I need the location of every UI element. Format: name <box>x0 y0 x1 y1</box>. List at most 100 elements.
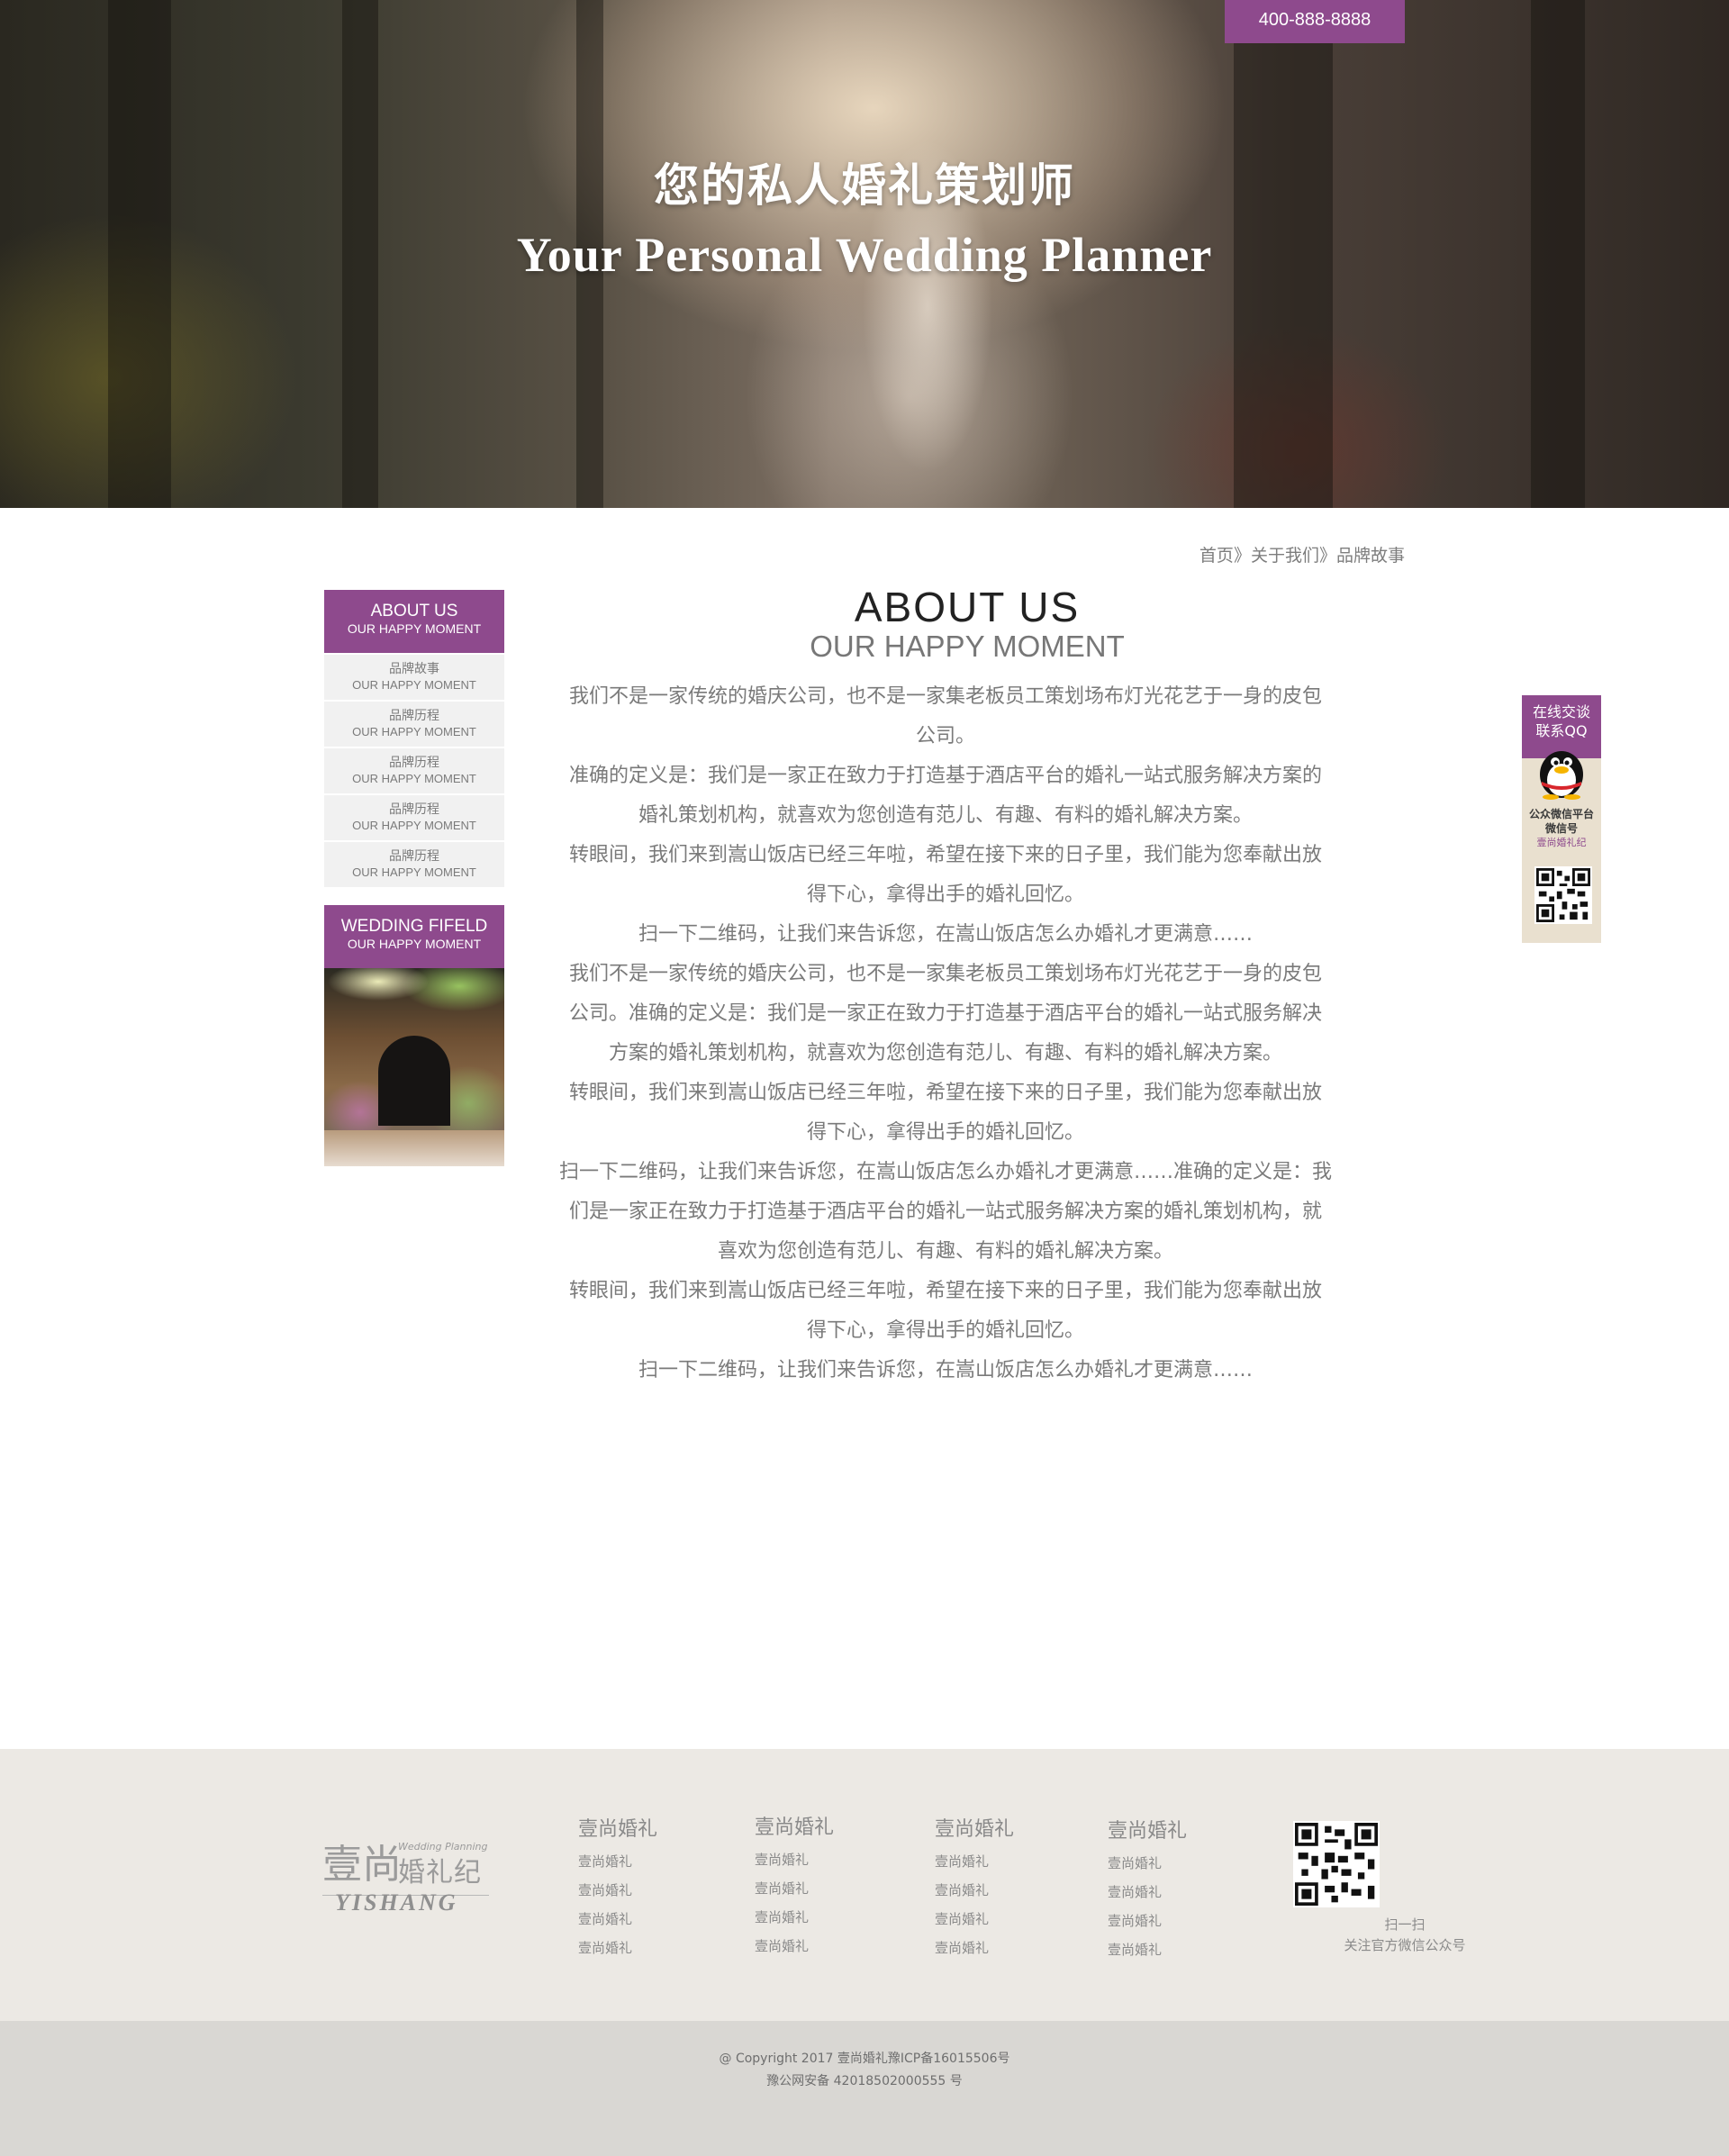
footer-column-heading[interactable]: 壹尚婚礼 <box>1108 1818 1243 1845</box>
footer-column: 壹尚婚礼 壹尚婚礼 壹尚婚礼 壹尚婚礼 壹尚婚礼 <box>935 1816 1070 1962</box>
article-line: 方案的婚礼策划机构，就喜欢为您创造有范儿、有趣、有料的婚礼解决方案。 <box>608 1042 1282 1064</box>
footer-link[interactable]: 壹尚婚礼 <box>578 1905 713 1934</box>
article-line: 准确的定义是：我们是一家正在致力于打造基于酒店平台的婚礼一站式服务解决方案的 <box>568 765 1322 787</box>
sidebar-header-title: WEDDING FIFELD <box>340 917 488 936</box>
sidebar-item-label: 品牌历程 <box>389 756 439 770</box>
footer-link[interactable]: 壹尚婚礼 <box>755 1903 890 1932</box>
article-line: 扫一下二维码，让我们来告诉您，在嵩山饭店怎么办婚礼才更满意…… <box>638 923 1253 946</box>
article-line: 们是一家正在致力于打造基于酒店平台的婚礼一站式服务解决方案的婚礼策划机构，就 <box>568 1200 1322 1223</box>
footer-link[interactable]: 壹尚婚礼 <box>935 1934 1070 1962</box>
footer-qr-caption: 扫一扫 关注官方微信公众号 <box>1261 1915 1549 1956</box>
footer-column: 壹尚婚礼 壹尚婚礼 壹尚婚礼 壹尚婚礼 壹尚婚礼 <box>1108 1818 1243 1964</box>
sidebar-item-label: 品牌历程 <box>389 709 439 723</box>
article-line: 喜欢为您创造有范儿、有趣、有料的婚礼解决方案。 <box>717 1240 1173 1263</box>
footer-column-heading[interactable]: 壹尚婚礼 <box>755 1815 890 1842</box>
article-line: 得下心，拿得出手的婚礼回忆。 <box>806 1121 1084 1144</box>
footer-link[interactable]: 壹尚婚礼 <box>1108 1935 1243 1964</box>
wechat-info: 公众微信平台 微信号 壹尚婚礼纪 <box>1522 807 1601 850</box>
sidebar-item-brand-history[interactable]: 品牌历程 OUR HAPPY MOMENT <box>324 842 504 887</box>
article-line: 婚礼策划机构，就喜欢为您创造有范儿、有趣、有料的婚礼解决方案。 <box>638 804 1253 827</box>
sidebar-item-label: 品牌历程 <box>389 802 439 817</box>
hero-title-english: Your Personal Wedding Planner <box>516 228 1213 282</box>
logo-main-text: 壹尚 <box>322 1842 402 1888</box>
main-content: ABOUT US OUR HAPPY MOMENT 我们不是一家传统的婚庆公司，… <box>558 584 1333 1391</box>
wechat-qr-code <box>1534 866 1592 924</box>
footer-column-heading[interactable]: 壹尚婚礼 <box>935 1816 1070 1843</box>
sidebar-item-sublabel: OUR HAPPY MOMENT <box>352 725 476 738</box>
sidebar-item-brand-story[interactable]: 品牌故事 OUR HAPPY MOMENT <box>324 655 504 700</box>
sidebar-item-brand-history[interactable]: 品牌历程 OUR HAPPY MOMENT <box>324 702 504 747</box>
footer-link[interactable]: 壹尚婚礼 <box>1108 1878 1243 1907</box>
footer-link[interactable]: 壹尚婚礼 <box>935 1905 1070 1934</box>
logo-side-text: 婚礼纪 <box>398 1857 482 1889</box>
footer-link[interactable]: 壹尚婚礼 <box>578 1847 713 1876</box>
article-line: 转眼间，我们来到嵩山饭店已经三年啦，希望在接下来的日子里，我们能为您奉献出放 <box>568 1280 1322 1302</box>
article-line: 公司。 <box>915 725 975 747</box>
article-line: 得下心，拿得出手的婚礼回忆。 <box>806 883 1084 906</box>
footer-link[interactable]: 壹尚婚礼 <box>1108 1907 1243 1935</box>
page-subtitle: OUR HAPPY MOMENT <box>810 630 1125 663</box>
footer-link[interactable]: 壹尚婚礼 <box>755 1932 890 1961</box>
qq-chat-label: 在线交谈 <box>1532 703 1590 720</box>
police-record-text: 豫公网安备 42018502000555 号 <box>766 2074 963 2088</box>
footer-link[interactable]: 壹尚婚礼 <box>935 1847 1070 1876</box>
sidebar-item-sublabel: OUR HAPPY MOMENT <box>352 772 476 785</box>
breadcrumb-current: 品牌故事 <box>1335 546 1405 566</box>
footer: 壹尚 Wedding Planning 婚礼纪 YISHANG 壹尚婚礼 壹尚婚… <box>0 1749 1729 2021</box>
footer-column: 壹尚婚礼 壹尚婚礼 壹尚婚礼 壹尚婚礼 壹尚婚礼 <box>755 1815 890 1961</box>
breadcrumb: 首页》关于我们》品牌故事 <box>1199 542 1405 566</box>
article-line: 扫一下二维码，让我们来告诉您，在嵩山饭店怎么办婚礼才更满意……准确的定义是：我 <box>558 1161 1332 1183</box>
qq-penguin-icon[interactable] <box>1529 740 1594 800</box>
breadcrumb-home[interactable]: 首页 <box>1199 542 1234 566</box>
footer-link[interactable]: 壹尚婚礼 <box>935 1876 1070 1905</box>
logo-english-text: YISHANG <box>335 1889 458 1916</box>
wechat-platform-label: 公众微信平台 <box>1528 808 1594 820</box>
sidebar-item-sublabel: OUR HAPPY MOMENT <box>352 865 476 879</box>
page-title: ABOUT US <box>854 584 1081 630</box>
sidebar-item-sublabel: OUR HAPPY MOMENT <box>352 819 476 832</box>
sidebar-header-subtitle: OUR HAPPY MOMENT <box>347 621 482 636</box>
sidebar-header-title: ABOUT US <box>370 602 458 621</box>
phone-number-badge[interactable]: 400-888-8888 <box>1225 0 1405 43</box>
footer-qr-code <box>1293 1821 1380 1907</box>
logo-tagline: Wedding Planning <box>398 1841 488 1853</box>
breadcrumb-separator: 》 <box>1318 546 1336 566</box>
article-line: 转眼间，我们来到嵩山饭店已经三年啦，希望在接下来的日子里，我们能为您奉献出放 <box>568 1082 1322 1104</box>
article-line: 公司。准确的定义是：我们是一家正在致力于打造基于酒店平台的婚礼一站式服务解决 <box>568 1002 1322 1025</box>
sidebar-header-subtitle: OUR HAPPY MOMENT <box>347 937 482 951</box>
hero-banner: 400-888-8888 您的私人婚礼策划师 Your Personal Wed… <box>0 0 1729 508</box>
wechat-id-label: 微信号 <box>1544 822 1578 835</box>
footer-link[interactable]: 壹尚婚礼 <box>578 1876 713 1905</box>
sidebar-header-about: ABOUT US OUR HAPPY MOMENT <box>324 590 504 653</box>
footer-link[interactable]: 壹尚婚礼 <box>578 1934 713 1962</box>
sidebar: ABOUT US OUR HAPPY MOMENT 品牌故事 OUR HAPPY… <box>324 590 504 1166</box>
sidebar-item-label: 品牌历程 <box>389 849 439 864</box>
footer-qr-follow-label: 关注官方微信公众号 <box>1344 1937 1466 1953</box>
sidebar-item-brand-history[interactable]: 品牌历程 OUR HAPPY MOMENT <box>324 795 504 840</box>
wedding-venue-image[interactable] <box>324 968 504 1166</box>
venue-arch <box>378 1036 450 1126</box>
hero-title-chinese: 您的私人婚礼策划师 <box>654 159 1075 212</box>
footer-link[interactable]: 壹尚婚礼 <box>1108 1849 1243 1878</box>
article-line: 扫一下二维码，让我们来告诉您，在嵩山饭店怎么办婚礼才更满意…… <box>638 1359 1253 1381</box>
footer-column-heading[interactable]: 壹尚婚礼 <box>578 1816 713 1843</box>
article-line: 我们不是一家传统的婚庆公司，也不是一家集老板员工策划场布灯光花艺于一身的皮包 <box>568 685 1322 708</box>
wechat-id: 壹尚婚礼纪 <box>1536 837 1587 848</box>
footer-link[interactable]: 壹尚婚礼 <box>755 1874 890 1903</box>
breadcrumb-about[interactable]: 关于我们 <box>1251 542 1319 566</box>
article-body: 我们不是一家传统的婚庆公司，也不是一家集老板员工策划场布灯光花艺于一身的皮包 公… <box>558 677 1333 1391</box>
article-line: 转眼间，我们来到嵩山饭店已经三年啦，希望在接下来的日子里，我们能为您奉献出放 <box>568 844 1322 866</box>
floating-contact-widget: 在线交谈 联系QQ 公众微信平台 微信号 壹尚婚礼纪 <box>1522 695 1601 943</box>
sidebar-item-brand-history[interactable]: 品牌历程 OUR HAPPY MOMENT <box>324 748 504 793</box>
article-line: 得下心，拿得出手的婚礼回忆。 <box>806 1319 1084 1342</box>
footer-qr-scan-label: 扫一扫 <box>1384 1916 1426 1933</box>
sidebar-header-wedding-field: WEDDING FIFELD OUR HAPPY MOMENT <box>324 905 504 968</box>
copyright-bar: @ Copyright 2017 壹尚婚礼豫ICP备16015506号 豫公网安… <box>0 2021 1729 2156</box>
qq-contact-label: 联系QQ <box>1535 722 1588 739</box>
venue-floor <box>324 1130 504 1166</box>
sidebar-item-label: 品牌故事 <box>389 662 439 676</box>
footer-column: 壹尚婚礼 壹尚婚礼 壹尚婚礼 壹尚婚礼 壹尚婚礼 <box>578 1816 713 1962</box>
footer-link[interactable]: 壹尚婚礼 <box>755 1845 890 1874</box>
sidebar-item-sublabel: OUR HAPPY MOMENT <box>352 678 476 692</box>
footer-logo[interactable]: 壹尚 Wedding Planning 婚礼纪 YISHANG <box>322 1839 489 1920</box>
